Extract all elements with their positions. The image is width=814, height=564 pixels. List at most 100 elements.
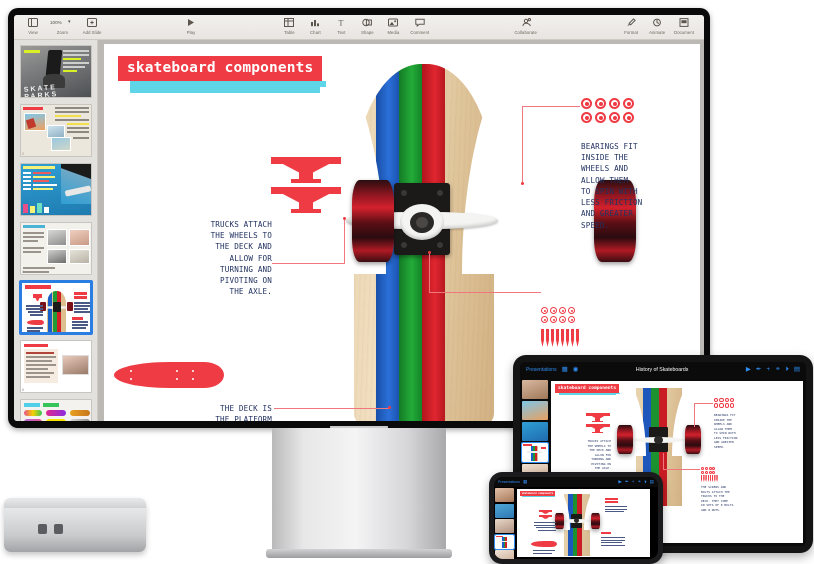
iphone-thumb-3[interactable]: [495, 519, 514, 533]
play-button[interactable]: Play: [178, 15, 204, 35]
comment-button[interactable]: Comment: [406, 15, 433, 35]
iphone-text-line: [536, 527, 556, 528]
shape-button[interactable]: Shape: [354, 15, 380, 35]
navigator-slide-4[interactable]: 4: [20, 222, 92, 275]
bolt: [576, 329, 579, 347]
comment-icon: [414, 17, 425, 28]
animate-button[interactable]: Animate: [644, 15, 670, 35]
sidebar-icon[interactable]: ▦: [523, 479, 527, 485]
iphone-thumb-1[interactable]: [495, 488, 514, 502]
bearings-leader-line-h: [522, 106, 580, 107]
play-icon[interactable]: ▶: [618, 479, 622, 485]
iphone-text-line: [534, 524, 556, 526]
navigator-slide-1[interactable]: SKATE PARKS 1: [20, 45, 92, 98]
iphone-thumb-5[interactable]: [495, 550, 514, 559]
toolbar-insert-group: Table Chart T Text Shape Media Comment: [276, 15, 433, 39]
view-button[interactable]: View: [20, 15, 46, 35]
ipad-wheel-right: [685, 425, 701, 454]
svg-text:T: T: [339, 18, 344, 27]
document-icon[interactable]: ▤: [794, 366, 800, 374]
comment-label: Comment: [410, 29, 430, 35]
kingpin-center: [416, 217, 428, 228]
iphone-screen: Presentations ▦ ▶ ✒ + ⚭ ⏵ ▤ skateboard c…: [494, 477, 658, 559]
slide-navigator[interactable]: SKATE PARKS 1 2 3 4 5 6: [14, 40, 98, 421]
mac-mini-port-left: [38, 524, 47, 534]
nut-ring: [704, 470, 708, 474]
navigator-slide-5[interactable]: 5: [20, 281, 92, 334]
navigator-slide-7[interactable]: 7: [20, 399, 92, 421]
text-button[interactable]: T Text: [328, 15, 354, 34]
format-brush-icon[interactable]: ✒: [625, 479, 629, 485]
bearing-ring: [730, 398, 735, 403]
ipad-thumb-4-selected[interactable]: [521, 442, 549, 463]
ipad-thumb-1[interactable]: [522, 380, 548, 399]
mac-mini-port-right: [54, 524, 63, 534]
ipad-slide-title: skateboard components: [555, 384, 621, 394]
animate-label: Animate: [649, 29, 666, 35]
table-button[interactable]: Table: [276, 15, 302, 35]
nut-ring: [701, 470, 704, 474]
iphone-back-button[interactable]: Presentations: [498, 480, 520, 484]
iphone-wheel-right: [591, 513, 600, 529]
collaborate-icon[interactable]: ⚭: [637, 479, 641, 485]
ipad-trucks-text: TRUCKS ATTACH THE WHEELS TO THE DECK AND…: [587, 439, 611, 470]
ipad-screws-text: THE SCREWS AND BOLTS ATTACH THE TRUCKS T…: [701, 485, 734, 512]
navigator-slide-2[interactable]: 2: [20, 104, 92, 157]
sidebar-icon[interactable]: ▦: [562, 366, 568, 374]
zoom-control[interactable]: 100% ▾: [50, 17, 75, 28]
document-icon[interactable]: ▤: [650, 479, 654, 485]
document-label: Document: [674, 29, 695, 35]
format-brush-icon[interactable]: ✒: [756, 366, 761, 374]
deck-hole: [130, 378, 132, 380]
ipad-thumb-3[interactable]: [522, 422, 548, 441]
insert-icon[interactable]: +: [632, 479, 635, 485]
nut-ring: [559, 307, 566, 314]
truck-glyph-bottom: [271, 187, 341, 213]
media-label: Media: [387, 29, 400, 35]
deck-callout-text[interactable]: THE DECK IS THE PLATFORM: [132, 403, 272, 421]
deck-hole: [192, 370, 194, 372]
play-icon[interactable]: ▶: [746, 366, 751, 374]
iphone-text-line: [538, 529, 556, 531]
nut-ring: [701, 467, 704, 470]
trucks-callout-text[interactable]: TRUCKS ATTACH THE WHEELS TO THE DECK AND…: [132, 219, 272, 298]
ipad-toolbar: Presentations ▦ ◉ History of Skateboards…: [520, 362, 806, 378]
animate-icon[interactable]: ⏵: [786, 366, 789, 374]
animate-icon[interactable]: ⏵: [644, 479, 646, 485]
format-button[interactable]: Format: [618, 15, 644, 35]
nut-ring: [704, 467, 708, 470]
trucks-leader-line-v: [344, 220, 345, 264]
slide-number: 3: [22, 211, 24, 215]
bolt: [566, 329, 569, 347]
collaborate-button[interactable]: Collaborate: [506, 15, 546, 35]
iphone-slide-content[interactable]: skateboard components: [517, 489, 650, 557]
insert-icon[interactable]: +: [766, 366, 770, 374]
media-button[interactable]: Media: [380, 15, 406, 35]
ipad-thumb-2[interactable]: [522, 401, 548, 420]
collaborate-icon[interactable]: ⚭: [775, 366, 780, 374]
format-brush-icon: [626, 17, 637, 28]
baseplate-screw-tl: [401, 190, 407, 196]
bolt: [701, 475, 703, 482]
ipad-back-button[interactable]: Presentations: [526, 367, 557, 373]
chart-button[interactable]: Chart: [302, 15, 328, 35]
navigator-slide-3[interactable]: 3: [20, 163, 92, 216]
iphone-thumb-4-selected[interactable]: [494, 533, 515, 550]
iphone-thumb-2[interactable]: [495, 503, 514, 518]
document-button[interactable]: Document: [670, 15, 698, 35]
baseplate-screw-tr: [437, 190, 443, 196]
add-slide-label: Add Slide: [82, 29, 102, 35]
navigator-slide-6[interactable]: 6: [20, 340, 92, 393]
screws-leader-line-v: [429, 254, 430, 293]
iphone-slide-navigator[interactable]: [494, 487, 516, 559]
add-slide-button[interactable]: Add Slide: [79, 15, 106, 35]
zoom-button[interactable]: 100% ▾ Zoom: [46, 15, 79, 35]
bolt: [716, 475, 718, 482]
screws-leader-line-h: [429, 292, 541, 293]
bolt: [705, 475, 707, 482]
bearings-callout-text[interactable]: BEARINGS FIT INSIDE THE WHEELS AND ALLOW…: [581, 141, 704, 231]
zoom-icon[interactable]: ◉: [573, 366, 579, 374]
bolt: [546, 329, 549, 347]
bolt: [541, 329, 544, 347]
slide-title[interactable]: skateboard components: [118, 56, 327, 87]
